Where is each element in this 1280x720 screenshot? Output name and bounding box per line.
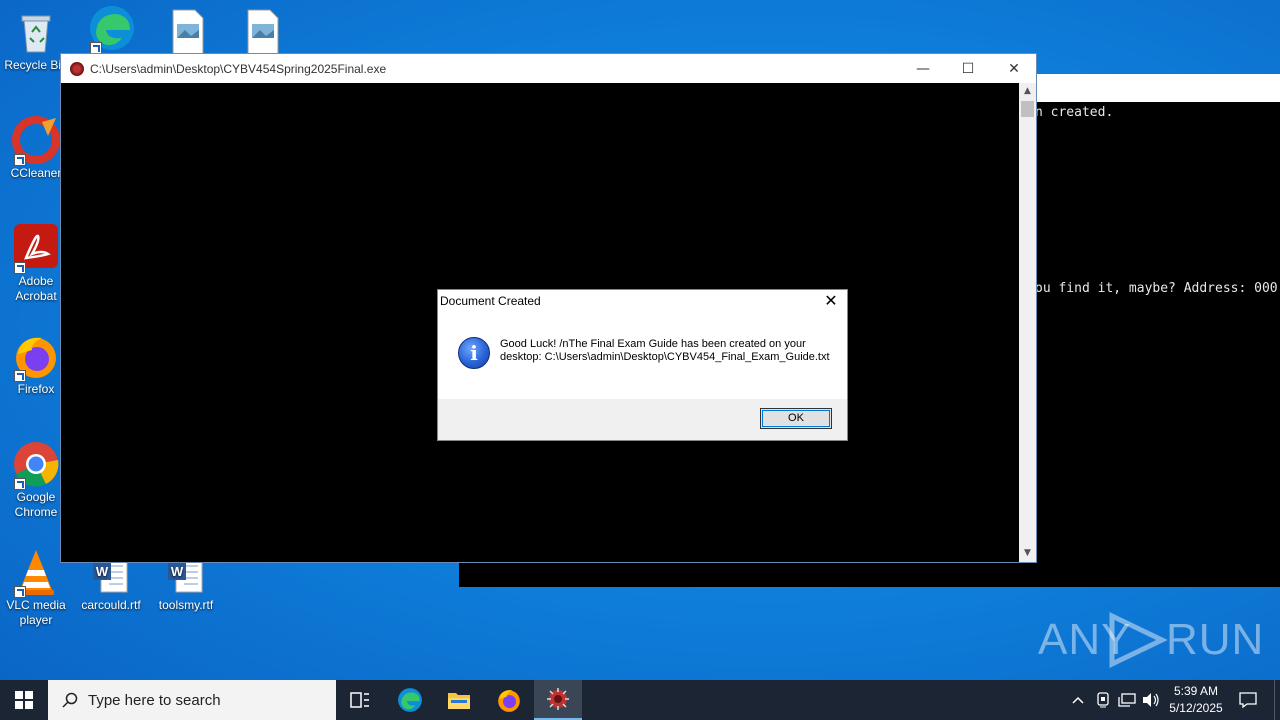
vertical-scrollbar[interactable]: ▲ ▼: [1019, 83, 1036, 562]
clock-time: 5:39 AM: [1173, 684, 1219, 698]
desktop-icon-image-file-2[interactable]: [226, 8, 298, 58]
device-icon: [1097, 692, 1109, 708]
shortcut-arrow-icon: [14, 262, 26, 274]
app-icon: [70, 61, 84, 76]
desktop-icon-toolsmy-rtf[interactable]: W toolsmy.rtf: [150, 556, 222, 613]
play-logo-icon: [1109, 612, 1168, 668]
start-button[interactable]: [0, 680, 48, 720]
volume-icon: [1143, 693, 1159, 707]
chrome-icon: [12, 440, 60, 490]
search-placeholder: Type here to search: [88, 691, 221, 709]
tray-network-button[interactable]: [1116, 680, 1138, 720]
close-button[interactable]: ✕: [991, 54, 1037, 83]
chevron-up-icon: [1072, 696, 1084, 704]
clock-date: 5/12/2025: [1169, 701, 1223, 715]
firefox-icon: [498, 690, 520, 712]
notification-center-button[interactable]: [1232, 680, 1264, 720]
maximize-button[interactable]: ☐: [945, 54, 991, 83]
desktop-icon-label: carcould.rtf: [81, 598, 141, 612]
show-hidden-icons-button[interactable]: [1068, 680, 1088, 720]
firefox-icon: [12, 332, 60, 382]
scrollbar-thumb[interactable]: [1021, 101, 1034, 117]
desktop-icon-image-file-1[interactable]: [151, 8, 223, 58]
console-output-line: n created.: [1035, 105, 1114, 120]
folder-icon: [448, 693, 470, 709]
svg-text:W: W: [96, 564, 109, 579]
taskbar-file-explorer-button[interactable]: [435, 680, 483, 720]
dialog-footer: OK: [438, 399, 847, 440]
taskbar-firefox-button[interactable]: [485, 680, 533, 720]
task-view-button[interactable]: [336, 680, 384, 720]
taskbar: Type here to search 5:39 AM 5/12/2025: [0, 680, 1280, 720]
taskbar-app-button[interactable]: [534, 680, 582, 720]
shortcut-arrow-icon: [14, 154, 26, 166]
desktop-icon-label: CCleaner: [10, 166, 62, 180]
scroll-down-arrow-icon[interactable]: ▼: [1019, 545, 1036, 562]
window-title: C:\Users\admin\Desktop\CYBV454Spring2025…: [90, 61, 387, 76]
edge-icon: [398, 688, 422, 712]
window-titlebar[interactable]: C:\Users\admin\Desktop\CYBV454Spring2025…: [61, 54, 1036, 83]
watermark-text-right: RUN: [1166, 615, 1265, 664]
minimize-button[interactable]: —: [900, 54, 946, 83]
scroll-up-arrow-icon[interactable]: ▲: [1019, 83, 1036, 100]
task-view-icon: [350, 692, 369, 708]
show-desktop-button[interactable]: [1274, 680, 1280, 720]
search-icon: [62, 692, 78, 708]
tray-volume-button[interactable]: [1140, 680, 1162, 720]
desktop-icon-label: Recycle Bin: [4, 58, 68, 72]
desktop-icon-label: VLC media player: [6, 598, 66, 627]
notification-icon: [1239, 692, 1257, 708]
desktop-icon-label: Adobe Acrobat: [15, 274, 57, 303]
image-file-icon: [238, 8, 286, 56]
console-output-line: ou find it, maybe? Address: 000: [1035, 281, 1278, 296]
desktop-icon-label: Firefox: [17, 382, 55, 396]
info-icon: i: [458, 337, 490, 369]
shortcut-arrow-icon: [14, 370, 26, 382]
svg-text:W: W: [171, 564, 184, 579]
image-file-icon: [163, 8, 211, 56]
desktop-icon-edge[interactable]: [76, 4, 148, 54]
windows-logo-icon: [15, 691, 33, 709]
any-run-watermark: ANY RUN: [1038, 610, 1263, 670]
adobe-acrobat-icon: [12, 224, 60, 274]
tray-device-button[interactable]: [1092, 680, 1114, 720]
desktop-icon-label: toolsmy.rtf: [158, 598, 214, 612]
vlc-icon: [12, 548, 60, 598]
shortcut-arrow-icon: [14, 586, 26, 598]
dialog-message: Good Luck! /nThe Final Exam Guide has be…: [500, 338, 830, 363]
edge-icon: [88, 4, 136, 54]
shortcut-arrow-icon: [14, 478, 26, 490]
dialog-close-button[interactable]: ✕: [821, 291, 841, 311]
dialog-title: Document Created: [440, 294, 541, 308]
ok-button[interactable]: OK: [760, 408, 832, 429]
recycle-bin-icon: [12, 8, 60, 56]
desktop-icon-carcould-rtf[interactable]: W carcould.rtf: [75, 556, 147, 613]
network-icon: [1118, 693, 1136, 707]
ccleaner-icon: [12, 116, 60, 166]
desktop-icon-label: Google Chrome: [14, 490, 58, 519]
app-icon: [547, 688, 569, 710]
taskbar-edge-button[interactable]: [386, 680, 434, 720]
search-box[interactable]: Type here to search: [48, 680, 336, 720]
document-created-dialog[interactable]: Document Created ✕ i Good Luck! /nThe Fi…: [437, 289, 848, 441]
taskbar-clock[interactable]: 5:39 AM 5/12/2025: [1163, 683, 1229, 717]
